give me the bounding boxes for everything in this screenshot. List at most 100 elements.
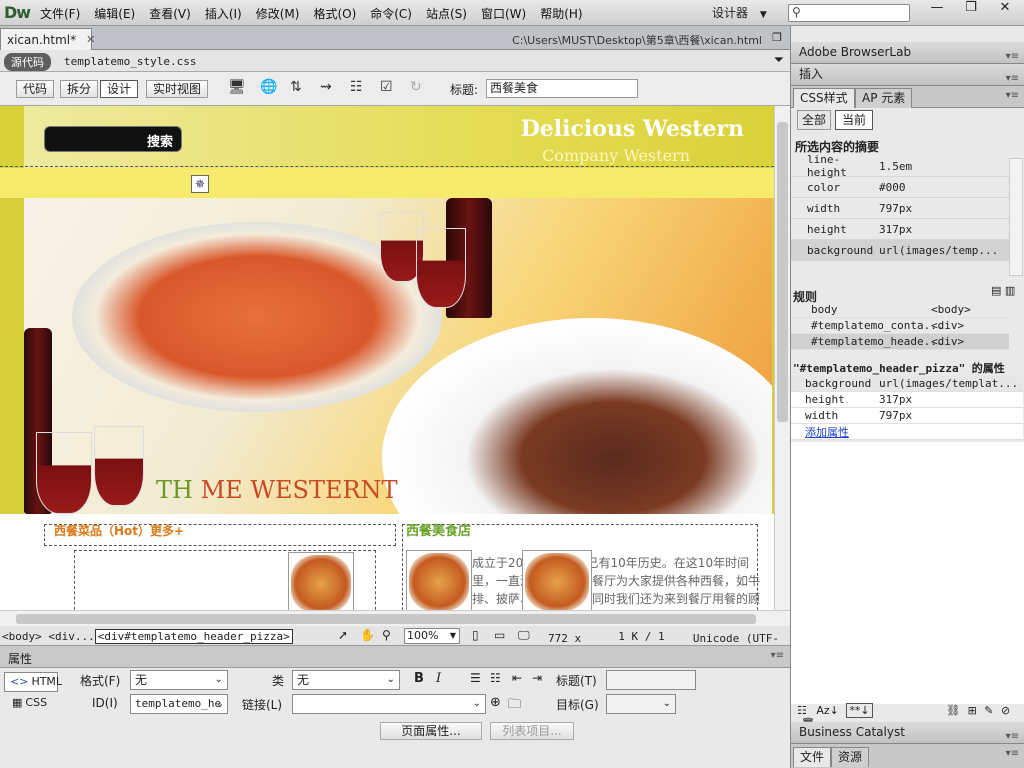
- inspect-icon[interactable]: ⇝: [320, 79, 332, 95]
- file-management-icon[interactable]: ⇅: [290, 79, 302, 95]
- scroll-thumb[interactable]: [777, 122, 788, 422]
- horizontal-scrollbar[interactable]: [0, 610, 790, 626]
- bold-button[interactable]: B: [414, 671, 424, 686]
- list-items-button[interactable]: 列表项目...: [490, 722, 574, 740]
- code-view-button[interactable]: 代码: [16, 80, 55, 98]
- selected-tag[interactable]: <div#templatemo_header_pizza>: [94, 629, 293, 644]
- site-search-box[interactable]: 搜索: [44, 126, 182, 152]
- site-search-button[interactable]: 搜索: [147, 131, 173, 150]
- menu-modify[interactable]: 修改(M): [256, 5, 300, 22]
- help-search-input[interactable]: ⚲: [788, 4, 910, 22]
- property-row[interactable]: height 317px: [791, 392, 1023, 408]
- summary-row[interactable]: height 317px: [791, 219, 1009, 240]
- desktop-size-icon[interactable]: 🖵: [518, 628, 530, 643]
- panel-menu-icon[interactable]: ▾≡: [1006, 748, 1019, 759]
- menu-site[interactable]: 站点(S): [426, 5, 467, 22]
- menu-insert[interactable]: 插入(I): [205, 5, 242, 22]
- zoom-tool-icon[interactable]: ⚲: [382, 628, 391, 642]
- property-row[interactable]: width 797px: [791, 408, 1023, 424]
- close-tab-icon[interactable]: ✕: [86, 33, 95, 46]
- format-select[interactable]: 无 ⌄: [130, 670, 228, 690]
- html-mode-button[interactable]: <> HTML: [4, 672, 62, 692]
- insert-panel-header[interactable]: 插入 ▾≡: [791, 64, 1024, 86]
- hot-dishes-title[interactable]: 西餐菜品（Hot）更多+: [54, 522, 184, 539]
- vertical-scrollbar[interactable]: [774, 106, 790, 610]
- unordered-list-icon[interactable]: ☰: [470, 671, 481, 685]
- dish-thumbnail[interactable]: [288, 552, 354, 610]
- scroll-thumb[interactable]: [16, 614, 756, 624]
- menu-format[interactable]: 格式(O): [313, 5, 356, 22]
- hand-tool-icon[interactable]: ✋: [360, 628, 375, 642]
- preview-browser-icon[interactable]: 🌐: [260, 79, 277, 95]
- summary-scrollbar[interactable]: [1009, 158, 1023, 276]
- browserlab-panel-header[interactable]: Adobe BrowserLab ▾≡: [791, 42, 1024, 64]
- close-button[interactable]: ✕: [988, 0, 1022, 18]
- add-property-link[interactable]: 添加属性: [791, 424, 879, 440]
- design-canvas[interactable]: 搜索 Delicious Western Company Western ✵ T…: [0, 106, 774, 610]
- title-attr-input[interactable]: [606, 670, 696, 690]
- related-css-file[interactable]: templatemo_style.css: [64, 55, 196, 68]
- tag-path-prefix[interactable]: <body> <div...: [2, 630, 95, 643]
- panel-menu-icon[interactable]: ▾≡: [771, 650, 784, 661]
- minimize-button[interactable]: —: [920, 0, 954, 18]
- business-catalyst-header[interactable]: Business Catalyst ▾≡: [791, 722, 1024, 744]
- property-row[interactable]: 添加属性: [791, 424, 1023, 440]
- document-title-input[interactable]: 西餐美食: [486, 79, 638, 98]
- mobile-size-icon[interactable]: ▯: [472, 628, 479, 642]
- point-to-file-icon[interactable]: ⊕: [490, 695, 501, 710]
- target-select[interactable]: ⌄: [606, 694, 676, 714]
- link-input[interactable]: ⌄: [292, 694, 486, 714]
- disable-icon[interactable]: ⊘: [1001, 704, 1010, 717]
- css-mode-button[interactable]: ▦ CSS: [12, 696, 47, 709]
- rule-row[interactable]: #templatemo_conta... <div>: [791, 318, 1009, 334]
- panel-menu-icon[interactable]: ▾≡: [1006, 90, 1019, 101]
- document-tab[interactable]: xican.html* ✕: [0, 28, 95, 50]
- summary-row[interactable]: line-height 1.5em: [791, 153, 1009, 179]
- pizza-thumbnail[interactable]: [406, 550, 472, 610]
- menu-view[interactable]: 查看(V): [149, 5, 191, 22]
- tablet-size-icon[interactable]: ▭: [494, 628, 505, 642]
- tab-files[interactable]: 文件: [793, 747, 832, 767]
- menu-edit[interactable]: 编辑(E): [94, 5, 135, 22]
- page-properties-button[interactable]: 页面属性...: [380, 722, 482, 740]
- refresh-icon[interactable]: ↻: [410, 79, 422, 95]
- anchor-marker-icon[interactable]: ✵: [191, 175, 209, 193]
- menu-help[interactable]: 帮助(H): [540, 5, 582, 22]
- properties-title[interactable]: 属性: [8, 650, 32, 667]
- restore-button[interactable]: ❐: [954, 0, 988, 18]
- workspace-switcher[interactable]: 设计器 ▼: [712, 4, 767, 21]
- alpha-view-icon[interactable]: Az↓: [816, 704, 839, 717]
- rule-row[interactable]: body <body>: [791, 302, 1009, 318]
- multiscreen-icon[interactable]: 🖥: [228, 79, 246, 95]
- zoom-select[interactable]: 100% ▼: [404, 628, 460, 644]
- current-button[interactable]: 当前: [835, 110, 874, 130]
- rules-view-icons[interactable]: ▤ ▥: [991, 284, 1015, 297]
- menu-file[interactable]: 文件(F): [40, 5, 80, 22]
- edit-rule-icon[interactable]: ✎: [984, 704, 993, 717]
- select-tool-icon[interactable]: ➚: [338, 628, 348, 642]
- split-view-button[interactable]: 拆分: [60, 80, 99, 98]
- tab-ap-elements[interactable]: AP 元素: [855, 88, 913, 108]
- live-view-button[interactable]: 实时视图: [146, 80, 209, 98]
- summary-row[interactable]: background url(images/temp...: [791, 240, 1009, 261]
- rule-row[interactable]: #templatemo_heade... <div>: [791, 334, 1009, 350]
- restore-doc-icon[interactable]: ❐: [772, 31, 782, 44]
- summary-row[interactable]: width 797px: [791, 198, 1009, 219]
- category-view-icon[interactable]: ☷: [797, 704, 807, 717]
- tab-css-styles[interactable]: CSS样式: [793, 88, 855, 108]
- outdent-icon[interactable]: ⇤: [512, 671, 522, 685]
- menu-window[interactable]: 窗口(W): [481, 5, 526, 22]
- new-rule-icon[interactable]: ⊞: [968, 704, 977, 717]
- source-code-button[interactable]: 源代码: [4, 53, 51, 71]
- id-select[interactable]: templatemo_he ⌄: [130, 694, 228, 714]
- all-button[interactable]: 全部: [797, 110, 832, 130]
- visual-aids-icon[interactable]: ☷: [350, 79, 363, 95]
- ordered-list-icon[interactable]: ☷: [490, 671, 501, 685]
- indent-icon[interactable]: ⇥: [532, 671, 542, 685]
- summary-row[interactable]: color #000: [791, 177, 1009, 198]
- filter-icon[interactable]: ⏷: [774, 53, 784, 68]
- class-select[interactable]: 无 ⌄: [292, 670, 400, 690]
- italic-button[interactable]: I: [436, 671, 441, 686]
- set-properties-icon[interactable]: **↓: [846, 703, 873, 718]
- tab-assets[interactable]: 资源: [831, 747, 870, 767]
